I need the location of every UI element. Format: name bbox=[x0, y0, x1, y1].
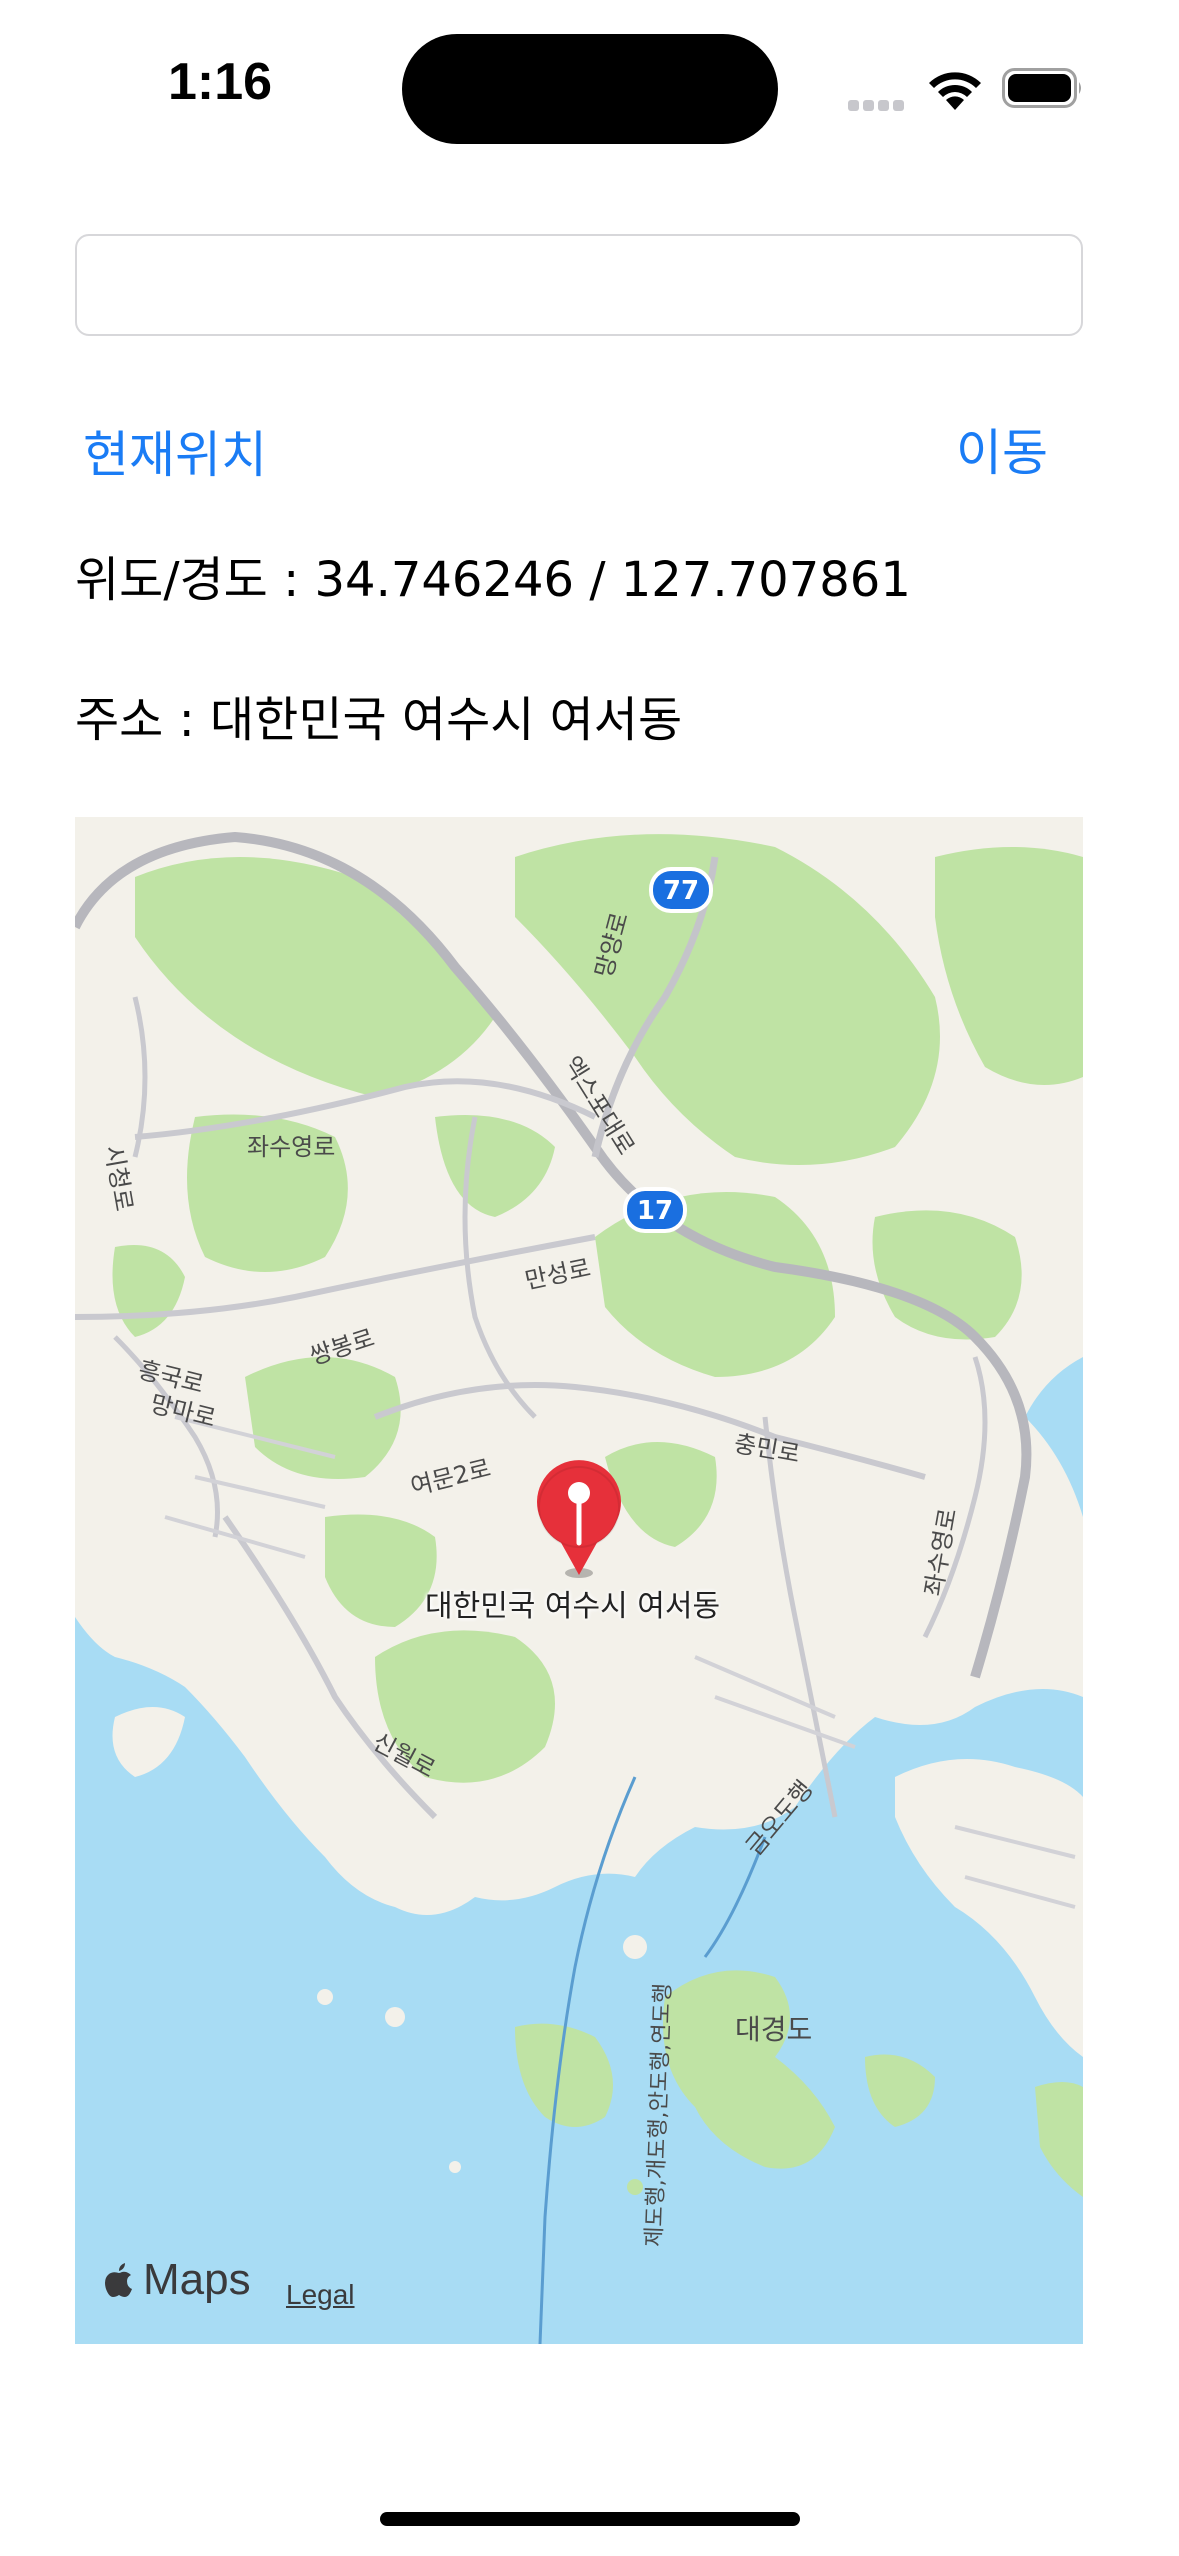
battery-icon bbox=[1002, 68, 1081, 108]
maps-logo: Maps bbox=[103, 2255, 251, 2305]
wifi-icon bbox=[929, 72, 981, 110]
coordinates-text: 위도/경도 : 34.746246 / 127.707861 bbox=[75, 552, 911, 608]
search-input[interactable] bbox=[75, 234, 1083, 336]
map-view[interactable]: 77 17 엑스포대로 망양로 좌수영로 시청로 만성로 쌍봉로 흥국로 망마로… bbox=[75, 817, 1083, 2344]
island-label-daegyeongdo: 대경도 bbox=[735, 2013, 812, 2046]
app-screen: 1:16 현재위치 이동 위도/경도 : 34.746246 / 127.707… bbox=[0, 0, 1179, 2556]
pin-label: 대한민국 여수시 여서동 bbox=[425, 1589, 721, 1624]
status-time: 1:16 bbox=[168, 53, 273, 111]
dynamic-island bbox=[402, 34, 778, 144]
maps-logo-text: Maps bbox=[143, 2255, 251, 2304]
svg-text:77: 77 bbox=[663, 876, 699, 906]
route-shield-77: 77 bbox=[649, 867, 713, 913]
legal-link[interactable]: Legal bbox=[286, 2279, 355, 2311]
move-button[interactable]: 이동 bbox=[956, 413, 1048, 485]
apple-logo-icon bbox=[105, 2263, 132, 2297]
address-text: 주소 : 대한민국 여수시 여서동 bbox=[75, 692, 683, 748]
route-shield-17: 17 bbox=[623, 1187, 687, 1233]
current-location-button[interactable]: 현재위치 bbox=[83, 415, 267, 487]
home-indicator[interactable] bbox=[380, 2512, 800, 2526]
svg-text:17: 17 bbox=[637, 1196, 673, 1226]
road-label-jwasuyeong: 좌수영로 bbox=[247, 1133, 335, 1161]
signal-icon bbox=[848, 96, 908, 115]
